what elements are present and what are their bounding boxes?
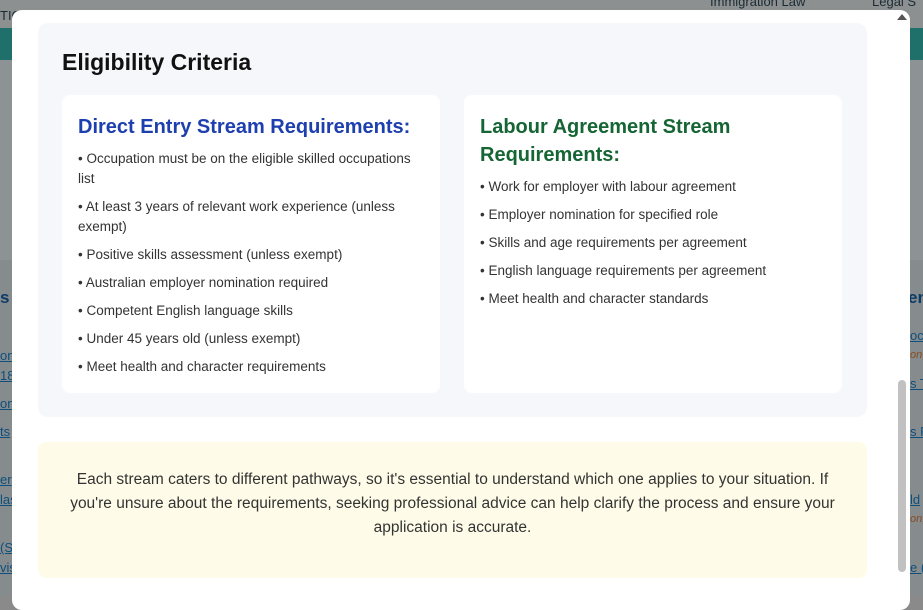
background-right-link[interactable]: s R xyxy=(910,424,923,439)
background-right-link[interactable]: s T xyxy=(910,376,923,391)
list-item: • Under 45 years old (unless exempt) xyxy=(78,331,301,346)
background-top-right-text: Legal S xyxy=(872,0,917,9)
list-item: • Australian employer nomination require… xyxy=(78,275,329,290)
list-item: • English language requirements per agre… xyxy=(480,263,767,278)
labour-agreement-list: • Work for employer with labour agreemen… xyxy=(480,177,826,309)
modal-scrollbar[interactable] xyxy=(894,10,910,610)
direct-entry-title: Direct Entry Stream Requirements: xyxy=(78,116,411,138)
background-right-note: on, xyxy=(910,349,923,361)
background-top-center-text: Immigration Law xyxy=(710,0,806,9)
list-item: • Occupation must be on the eligible ski… xyxy=(78,151,411,186)
scroll-up-arrow-icon[interactable] xyxy=(897,14,907,20)
list-item: • Work for employer with labour agreemen… xyxy=(480,179,736,194)
background-left-link[interactable]: ts xyxy=(0,424,10,439)
eligibility-title: Eligibility Criteria xyxy=(62,49,252,75)
background-right-heading: en xyxy=(908,288,923,307)
background-left-heading: s xyxy=(0,288,10,307)
advice-note: Each stream caters to different pathways… xyxy=(38,442,867,578)
background-right-link[interactable]: e ( xyxy=(910,560,923,575)
labour-agreement-card: Labour Agreement Stream Requirements: • … xyxy=(464,95,842,393)
list-item: • Meet health and character requirements xyxy=(78,359,326,374)
list-item: • Employer nomination for specified role xyxy=(480,207,719,222)
eligibility-section: Eligibility Criteria Direct Entry Stream… xyxy=(38,23,867,417)
background-right-link[interactable]: ld xyxy=(910,492,920,507)
list-item: • At least 3 years of relevant work expe… xyxy=(78,199,395,234)
modal-dialog: Eligibility Criteria Direct Entry Stream… xyxy=(12,10,910,610)
background-right-link[interactable]: oc xyxy=(910,328,923,343)
background-left-link[interactable]: er xyxy=(0,472,12,487)
list-item: • Skills and age requirements per agreem… xyxy=(480,235,747,250)
scrollbar-thumb[interactable] xyxy=(898,380,906,572)
list-item: • Meet health and character standards xyxy=(480,291,709,306)
direct-entry-list: • Occupation must be on the eligible ski… xyxy=(78,149,424,377)
background-right-note: on, xyxy=(910,513,923,525)
list-item: • Competent English language skills xyxy=(78,303,293,318)
direct-entry-card: Direct Entry Stream Requirements: • Occu… xyxy=(62,95,440,393)
labour-agreement-title: Labour Agreement Stream Requirements: xyxy=(480,116,731,166)
list-item: • Positive skills assessment (unless exe… xyxy=(78,247,343,262)
